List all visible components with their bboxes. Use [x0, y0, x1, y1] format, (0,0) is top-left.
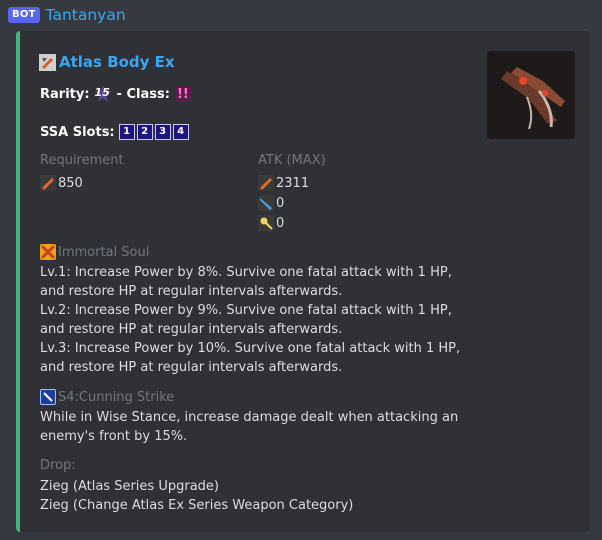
melee-power-icon	[40, 175, 56, 191]
ranged-atk-icon	[258, 195, 274, 211]
drop-item-2: Zieg (Change Atlas Ex Series Weapon Cate…	[40, 498, 354, 513]
ssa-slots-row: SSA Slots: 1 2 3 4	[40, 124, 191, 140]
ability-header: S4:Cunning Strike	[40, 389, 174, 405]
embed-title-row: Atlas Body Ex	[39, 53, 175, 71]
bot-tag: BOT	[8, 7, 40, 23]
message-header: BOT Tantanyan	[8, 5, 126, 25]
ssa-slot-2-icon: 2	[136, 124, 153, 140]
melee-atk-icon	[258, 175, 274, 191]
item-embed: Atlas Body Ex Rarity: 15 - Class: !! SSA…	[16, 31, 590, 532]
atk-melee-row: 2311	[258, 175, 309, 191]
potential-icon	[40, 244, 56, 260]
atk-label: ATK (MAX)	[258, 153, 326, 168]
potential-lv3: Lv.3: Increase Power by 10%. Survive one…	[40, 341, 461, 375]
ability-desc: While in Wise Stance, increase damage de…	[40, 410, 459, 444]
requirement-value-row: 850	[40, 175, 83, 191]
requirement-label: Requirement	[40, 153, 124, 168]
atk-tech-row: 0	[258, 215, 284, 231]
ssa-slot-4-icon: 4	[172, 124, 189, 140]
potential-name: Immortal Soul	[58, 244, 150, 260]
potential-lv1: Lv.1: Increase Power by 8%. Survive one …	[40, 265, 452, 299]
drop-label: Drop:	[40, 458, 76, 473]
double-exclamation-icon: !!	[174, 86, 191, 102]
atk-ranged-row: 0	[258, 195, 284, 211]
requirement-value: 850	[58, 175, 83, 191]
weapon-icon	[39, 53, 56, 71]
atk-tech-value: 0	[276, 215, 285, 231]
class-label: - Class:	[116, 86, 170, 102]
embed-title[interactable]: Atlas Body Ex	[59, 53, 175, 71]
potential-header: Immortal Soul	[40, 244, 149, 260]
username[interactable]: Tantanyan	[46, 6, 126, 24]
atk-melee-value: 2311	[276, 175, 310, 191]
ssa-label: SSA Slots:	[40, 124, 115, 140]
ability-name: S4:Cunning Strike	[58, 389, 175, 405]
rarity-icon: 15	[93, 85, 112, 103]
atk-ranged-value: 0	[276, 195, 285, 211]
ssa-ability-icon	[40, 389, 56, 405]
rarity-icon-text: 15	[94, 86, 110, 99]
ssa-slot-3-icon: 3	[154, 124, 171, 140]
tech-atk-icon	[258, 215, 274, 231]
rarity-class-row: Rarity: 15 - Class: !!	[40, 85, 191, 103]
potential-lv2: Lv.2: Increase Power by 9%. Survive one …	[40, 303, 452, 337]
item-thumbnail[interactable]	[487, 51, 575, 139]
rarity-label: Rarity:	[40, 86, 90, 102]
ssa-slot-1-icon: 1	[118, 124, 135, 140]
drop-item-1: Zieg (Atlas Series Upgrade)	[40, 479, 219, 494]
